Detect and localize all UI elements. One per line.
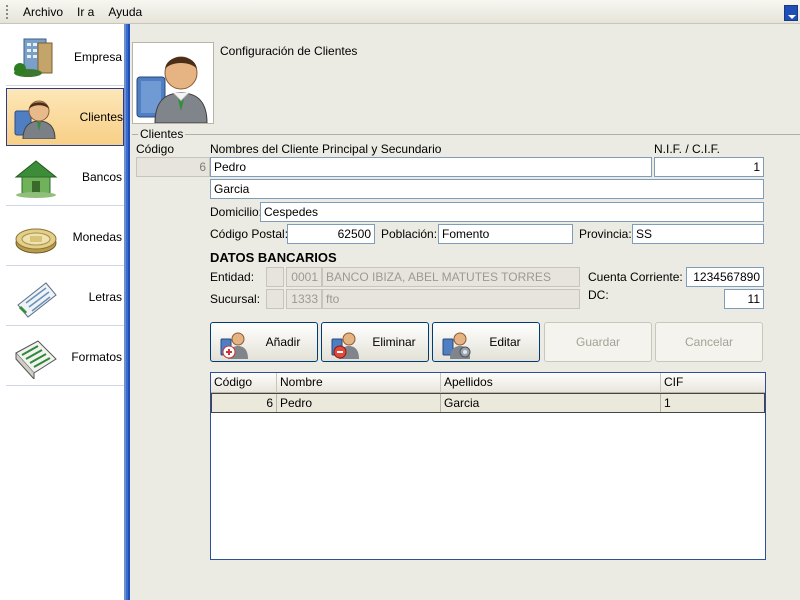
sidebar-item-label: Clientes [79,110,123,124]
building-icon [14,38,53,77]
menu-ayuda[interactable]: Ayuda [101,0,149,24]
cell-apellidos: Garcia [441,394,661,412]
client-config-icon [136,56,208,124]
dc-label: DC: [588,288,609,302]
entidad-label: Entidad: [210,270,255,284]
provincia-field[interactable]: SS [632,224,764,244]
dc-field[interactable]: 11 [724,289,764,309]
main-panel: Configuración de Clientes Clientes Códig… [128,24,800,600]
sidebar-item-letras[interactable]: Letras [6,268,124,326]
cell-cif: 1 [664,396,671,410]
poblacion-field[interactable]: Fomento [438,224,573,244]
sucursal-name-field: fto [322,289,580,309]
client-person-icon [14,100,56,139]
sucursal-lookup-button [266,289,284,309]
header-icon-box [132,42,214,124]
menu-archivo[interactable]: Archivo [16,0,70,24]
sucursal-label: Sucursal: [210,292,261,306]
apellidos-field[interactable]: Garcia [210,179,764,199]
add-button-label: Añadir [265,335,301,349]
sidebar-item-label: Letras [88,289,122,304]
provincia-label: Provincia: [579,227,632,241]
column-header-apellidos[interactable]: Apellidos [441,373,661,393]
save-button[interactable]: Guardar [544,322,652,362]
formats-sheet-icon [15,339,57,379]
menu-bar: Archivo Ir a Ayuda [0,0,800,24]
sidebar-item-monedas[interactable]: Monedas [6,208,124,266]
clients-table[interactable]: Código Nombre Apellidos CIF 6 Pedro Garc… [210,372,766,560]
cuenta-field[interactable]: 1234567890 [686,267,764,287]
entidad-name-field: BANCO IBIZA, ABEL MATUTES TORRES [322,267,580,287]
poblacion-label: Población: [381,227,438,241]
entidad-lookup-button [266,267,284,287]
sidebar-item-empresa[interactable]: Empresa [6,28,124,86]
letter-document-icon [17,281,57,318]
nif-label: N.I.F. / C.I.F. [654,142,721,156]
edit-button[interactable]: Editar [432,322,540,362]
column-header-cif[interactable]: CIF [661,373,765,393]
sidebar-item-label: Monedas [72,229,122,244]
sidebar-item-clientes[interactable]: Clientes [6,88,124,146]
banco-heading: DATOS BANCARIOS [210,250,337,265]
menu-ir-a[interactable]: Ir a [70,0,101,24]
group-title: Clientes [138,127,186,141]
table-header: Código Nombre Apellidos CIF [211,373,765,393]
delete-button-label: Eliminar [372,335,416,349]
menu-overflow-button[interactable] [784,5,798,21]
menu-grip [6,4,10,19]
nombres-label: Nombres del Cliente Principal y Secundar… [210,142,442,156]
table-row[interactable]: 6 Pedro Garcia 1 [211,393,765,413]
domicilio-field[interactable]: Cespedes [260,202,764,222]
sidebar: Empresa Clientes Bancos Monedas Letras F… [0,24,126,600]
sidebar-item-formatos[interactable]: Formatos [6,328,124,386]
cell-nombre: Pedro [277,394,441,412]
cancel-button[interactable]: Cancelar [655,322,763,362]
sidebar-item-label: Empresa [73,49,122,64]
nombre-field[interactable]: Pedro [210,157,652,177]
column-header-nombre[interactable]: Nombre [277,373,441,393]
cp-field[interactable]: 62500 [287,224,375,244]
codigo-field: 6 [136,157,210,177]
entidad-code-field: 0001 [286,267,322,287]
nif-field[interactable]: 1 [654,157,764,177]
add-client-icon [220,332,248,359]
sucursal-code-field: 1333 [286,289,322,309]
delete-client-icon [331,332,359,359]
cuenta-label: Cuenta Corriente: [588,270,683,284]
save-button-label: Guardar [575,335,621,349]
cell-codigo: 6 [212,394,277,412]
add-button[interactable]: Añadir [210,322,318,362]
cp-label: Código Postal: [210,227,289,241]
delete-button[interactable]: Eliminar [321,322,429,362]
sidebar-item-label: Formatos [71,349,122,364]
edit-button-label: Editar [489,335,521,349]
bank-house-icon [14,159,58,198]
column-header-codigo[interactable]: Código [211,373,277,393]
domicilio-label: Domicilio: [210,205,263,219]
page-title: Configuración de Clientes [220,44,358,58]
coins-icon [15,228,57,253]
codigo-label: Código [136,142,175,156]
cancel-button-label: Cancelar [684,335,734,349]
edit-client-icon [442,332,471,359]
sidebar-item-bancos[interactable]: Bancos [6,148,124,206]
sidebar-item-label: Bancos [81,169,122,184]
